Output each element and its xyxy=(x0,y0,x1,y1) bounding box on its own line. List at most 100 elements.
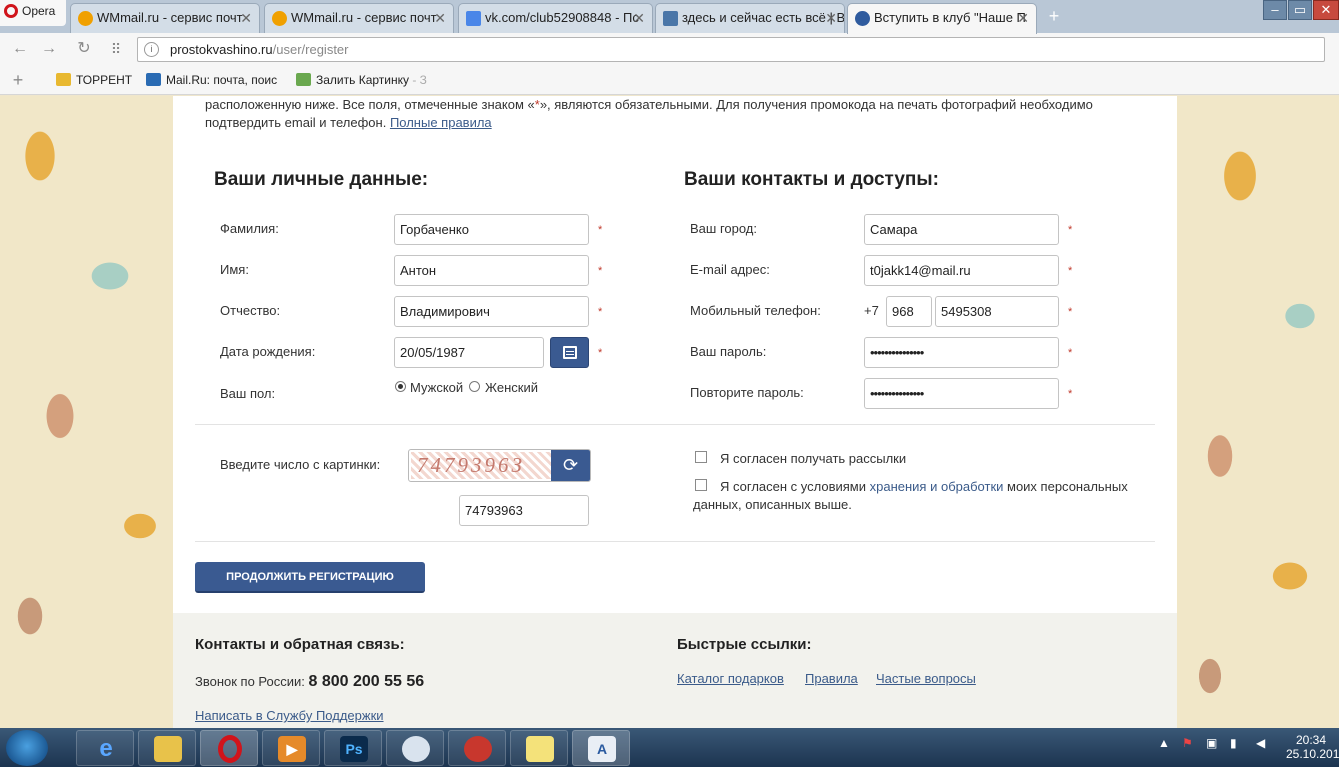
city-label: Ваш город: xyxy=(690,221,757,236)
close-tab-icon[interactable]: ✕ xyxy=(633,4,645,32)
close-window-icon[interactable]: ✕ xyxy=(1313,0,1339,20)
captcha-label: Введите число с картинки: xyxy=(220,457,381,472)
gender-male-radio[interactable] xyxy=(395,381,406,392)
close-tab-icon[interactable]: ✕ xyxy=(240,4,252,32)
ccleaner-icon xyxy=(464,736,492,762)
footer-phone-number: 8 800 200 55 56 xyxy=(308,673,425,690)
required-star: * xyxy=(598,306,603,318)
flag-icon[interactable]: ⚑ xyxy=(1182,736,1193,750)
bookmark-upload-image[interactable]: Залить Картинку - З xyxy=(296,73,427,87)
folder-icon xyxy=(56,73,71,86)
opera-menu-button[interactable]: Opera xyxy=(0,0,66,26)
windows-taskbar: e ▶ Ps A ▲ ⚑ ▣ ▮ ◀ 20:3425.10.2014 xyxy=(0,728,1339,767)
footer-link-catalog[interactable]: Каталог подарков xyxy=(677,671,784,686)
speed-dial-grid-icon[interactable]: ⠿ xyxy=(106,39,126,59)
taskbar-opera[interactable] xyxy=(200,730,258,766)
folder-icon xyxy=(154,736,182,762)
phone-number-input[interactable]: 5495308 xyxy=(935,296,1059,327)
new-tab-button[interactable]: + xyxy=(1043,6,1065,26)
password-repeat-input[interactable]: ••••••••••••••• xyxy=(864,378,1059,409)
maximize-icon[interactable]: ▭ xyxy=(1288,0,1312,20)
tab-title: Вступить в клуб "Наше П xyxy=(874,10,1026,25)
site-footer: Контакты и обратная связь: Звонок по Рос… xyxy=(173,613,1177,728)
continue-registration-button[interactable]: ПРОДОЛЖИТЬ РЕГИСТРАЦИЮ xyxy=(195,562,425,593)
password-input[interactable]: ••••••••••••••• xyxy=(864,337,1059,368)
tab-vk-page[interactable]: здесь и сейчас есть всё | В ✕ xyxy=(655,3,845,33)
required-star: * xyxy=(598,265,603,277)
terms-label[interactable]: Я согласен с условиями хранения и обрабо… xyxy=(693,478,1153,514)
newsletter-checkbox[interactable] xyxy=(695,451,707,463)
birth-date-input[interactable]: 20/05/1987 xyxy=(394,337,544,368)
tab-wmmail-2[interactable]: WMmail.ru - сервис почт ✕ xyxy=(264,3,454,33)
registration-form: расположенную ниже. Все поля, отмеченные… xyxy=(173,96,1177,613)
windows-start-button[interactable] xyxy=(6,730,48,766)
add-bookmark-icon[interactable]: + xyxy=(8,70,28,90)
gender-female-radio[interactable] xyxy=(469,381,480,392)
photoshop-icon: Ps xyxy=(340,736,368,762)
gender-female-label[interactable]: Женский xyxy=(485,380,538,395)
prostokvashino-favicon-icon xyxy=(855,11,870,26)
taskbar-ccleaner[interactable] xyxy=(448,730,506,766)
close-tab-icon[interactable]: ✕ xyxy=(825,4,837,32)
opera-label: Opera xyxy=(22,4,56,18)
show-hidden-icons[interactable]: ▲ xyxy=(1158,736,1170,750)
bookmark-torrent[interactable]: ТОРРЕНТ xyxy=(56,73,132,87)
taskbar-photoshop[interactable]: Ps xyxy=(324,730,382,766)
bookmark-label: ТОРРЕНТ xyxy=(76,73,133,87)
footer-link-faq[interactable]: Частые вопросы xyxy=(876,671,976,686)
address-bar[interactable]: i prostokvashino.ru/user/register xyxy=(137,37,1325,62)
footer-link-rules[interactable]: Правила xyxy=(805,671,858,686)
tab-wmmail-1[interactable]: WMmail.ru - сервис почт ✕ xyxy=(70,3,260,33)
close-tab-icon[interactable]: ✕ xyxy=(434,4,446,32)
taskbar-paint[interactable] xyxy=(386,730,444,766)
patronymic-input[interactable]: Владимирович xyxy=(394,296,589,327)
taskbar-ie[interactable]: e xyxy=(76,730,134,766)
device-icon[interactable]: ▣ xyxy=(1206,736,1217,750)
city-input[interactable]: Самара xyxy=(864,214,1059,245)
forward-arrow-icon[interactable]: → xyxy=(39,39,59,59)
tab-prostokvashino[interactable]: Вступить в клуб "Наше П ✕ xyxy=(847,3,1037,34)
password-label: Ваш пароль: xyxy=(690,344,767,359)
last-name-label: Фамилия: xyxy=(220,221,279,236)
newsletter-label[interactable]: Я согласен получать рассылки xyxy=(720,450,906,468)
first-name-input[interactable]: Антон xyxy=(394,255,589,286)
system-clock[interactable]: 20:3425.10.2014 xyxy=(1286,733,1339,761)
last-name-input[interactable]: Горбаченко xyxy=(394,214,589,245)
phone-country-prefix: +7 xyxy=(864,303,879,318)
phone-label: Мобильный телефон: xyxy=(690,303,821,318)
bookmark-mailru[interactable]: Mail.Ru: почта, поис xyxy=(146,73,277,87)
mailru-icon xyxy=(146,73,161,86)
taskbar-media[interactable]: ▶ xyxy=(262,730,320,766)
taskbar-explorer[interactable] xyxy=(138,730,196,766)
gender-label: Ваш пол: xyxy=(220,386,276,401)
page-info-icon[interactable]: i xyxy=(144,42,159,57)
terms-storage-link[interactable]: хранения и обработки xyxy=(870,479,1004,494)
email-input[interactable]: t0jakk14@mail.ru xyxy=(864,255,1059,286)
reload-icon[interactable]: ↻ xyxy=(74,39,94,59)
support-link[interactable]: Написать в Службу Поддержки xyxy=(195,708,384,723)
clock-time: 20:34 xyxy=(1295,733,1327,747)
gender-male-label[interactable]: Мужской xyxy=(410,380,463,395)
full-rules-link[interactable]: Полные правила xyxy=(390,115,492,130)
volume-icon[interactable]: ◀ xyxy=(1256,736,1265,750)
taskbar-wordpad[interactable]: A xyxy=(572,730,630,766)
phone-code-input[interactable]: 968 xyxy=(886,296,932,327)
required-star: * xyxy=(1068,388,1073,400)
calendar-button[interactable] xyxy=(550,337,589,368)
refresh-icon[interactable]: ⟳ xyxy=(551,450,590,481)
close-tab-icon[interactable]: ✕ xyxy=(1017,4,1029,32)
taskbar-sticky-notes[interactable] xyxy=(510,730,568,766)
birth-date-label: Дата рождения: xyxy=(220,344,316,359)
internet-explorer-icon: e xyxy=(99,735,113,762)
url-text: prostokvashino.ru/user/register xyxy=(170,42,349,57)
network-icon[interactable]: ▮ xyxy=(1230,736,1237,750)
minimize-icon[interactable]: – xyxy=(1263,0,1287,20)
tab-vk-club[interactable]: vk.com/club52908848 - Пс ✕ xyxy=(458,3,653,33)
back-arrow-icon[interactable]: ← xyxy=(10,39,30,59)
image-icon xyxy=(296,73,311,86)
footer-phone: Звонок по России: 8 800 200 55 56 xyxy=(195,673,424,691)
captcha-image: 7479396З xyxy=(411,452,551,479)
sticky-notes-icon xyxy=(526,736,554,762)
personal-section-title: Ваши личные данные: xyxy=(214,169,429,190)
captcha-input[interactable]: 74793963 xyxy=(459,495,589,526)
